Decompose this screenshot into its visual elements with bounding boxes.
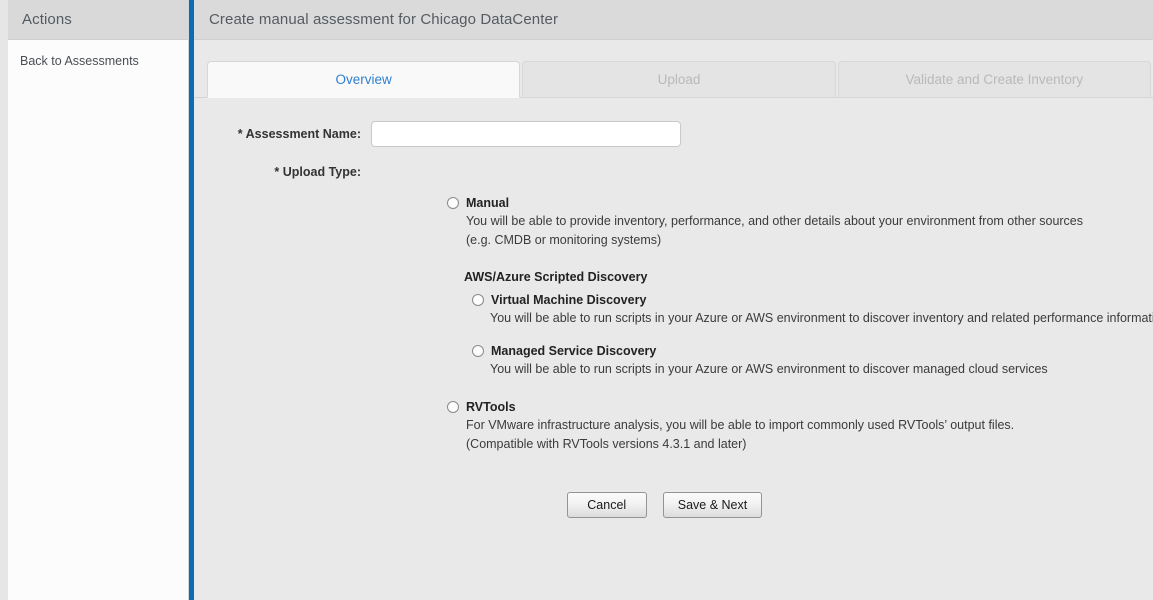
option-manual-description: You will be able to provide inventory, p… <box>447 212 1153 250</box>
main-content: Create manual assessment for Chicago Dat… <box>194 0 1153 600</box>
radio-rvtools[interactable] <box>447 401 459 413</box>
option-managed-service-description: You will be able to run scripts in your … <box>472 360 1153 379</box>
option-managed-service-title: Managed Service Discovery <box>491 344 657 358</box>
upload-type-options: Manual You will be able to provide inven… <box>194 195 1153 454</box>
tab-validate-label: Validate and Create Inventory <box>905 72 1084 87</box>
option-manual: Manual You will be able to provide inven… <box>447 195 1153 250</box>
option-manual-head[interactable]: Manual <box>447 195 1153 211</box>
sidebar-header: Actions <box>8 0 188 40</box>
radio-managed-service-discovery[interactable] <box>472 345 484 357</box>
option-manual-desc-line2: (e.g. CMDB or monitoring systems) <box>466 233 662 247</box>
tab-upload[interactable]: Upload <box>522 61 836 98</box>
upload-type-label-row: * Upload Type: <box>194 165 1153 179</box>
option-rvtools-description: For VMware infrastructure analysis, you … <box>447 416 1153 454</box>
sidebar-body: Back to Assessments <box>8 40 188 600</box>
scripted-discovery-options: Virtual Machine Discovery You will be ab… <box>447 292 1153 379</box>
option-managed-service-head[interactable]: Managed Service Discovery <box>472 343 1153 359</box>
option-rvtools: RVTools For VMware infrastructure analys… <box>447 399 1153 454</box>
option-rvtools-title: RVTools <box>466 400 516 414</box>
option-vm-discovery-desc-line1: You will be able to run scripts in your … <box>490 311 1153 325</box>
required-asterisk: * <box>237 127 243 141</box>
group-heading-scripted-discovery: AWS/Azure Scripted Discovery <box>464 270 648 284</box>
option-managed-service-desc-line1: You will be able to run scripts in your … <box>490 362 1048 376</box>
option-rvtools-desc-line2: (Compatible with RVTools versions 4.3.1 … <box>466 437 747 451</box>
upload-type-label-text: Upload Type: <box>282 165 361 179</box>
tab-validate-and-create-inventory[interactable]: Validate and Create Inventory <box>837 61 1151 98</box>
assessment-name-input[interactable] <box>371 121 681 147</box>
sidebar-item-back-to-assessments[interactable]: Back to Assessments <box>8 53 188 69</box>
option-manual-desc-line1: You will be able to provide inventory, p… <box>466 214 1084 228</box>
overview-form: * Assessment Name: * Upload Type: Manual <box>194 121 1153 518</box>
option-managed-service-discovery: Managed Service Discovery You will be ab… <box>472 343 1153 379</box>
option-vm-discovery-head[interactable]: Virtual Machine Discovery <box>472 292 1153 308</box>
page-title: Create manual assessment for Chicago Dat… <box>209 11 559 28</box>
app-root: Actions Back to Assessments Create manua… <box>0 0 1153 600</box>
actions-sidebar: Actions Back to Assessments <box>8 0 189 600</box>
option-virtual-machine-discovery: Virtual Machine Discovery You will be ab… <box>472 292 1153 328</box>
option-rvtools-desc-line1: For VMware infrastructure analysis, you … <box>466 418 1015 432</box>
tab-upload-label: Upload <box>657 72 701 87</box>
cancel-button[interactable]: Cancel <box>566 492 647 518</box>
sidebar-header-title: Actions <box>22 11 72 28</box>
option-vm-discovery-description: You will be able to run scripts in your … <box>472 309 1153 328</box>
wizard-tabs: Overview Upload Validate and Create Inve… <box>194 60 1153 98</box>
left-gutter <box>0 0 8 600</box>
radio-virtual-machine-discovery[interactable] <box>472 294 484 306</box>
option-vm-discovery-title: Virtual Machine Discovery <box>491 293 647 307</box>
option-rvtools-head[interactable]: RVTools <box>447 399 1153 415</box>
form-actions: Cancel Save & Next <box>194 492 1153 518</box>
assessment-name-label-text: Assessment Name: <box>245 127 361 141</box>
radio-manual[interactable] <box>447 197 459 209</box>
tab-overview-label: Overview <box>335 72 392 87</box>
save-and-next-button[interactable]: Save & Next <box>662 492 763 518</box>
option-manual-title: Manual <box>466 196 510 210</box>
required-asterisk-upload-type: * <box>274 165 280 179</box>
page-titlebar: Create manual assessment for Chicago Dat… <box>194 0 1153 40</box>
tab-overview[interactable]: Overview <box>207 61 521 98</box>
assessment-name-row: * Assessment Name: <box>194 121 1153 147</box>
assessment-name-label: * Assessment Name: <box>216 127 371 141</box>
